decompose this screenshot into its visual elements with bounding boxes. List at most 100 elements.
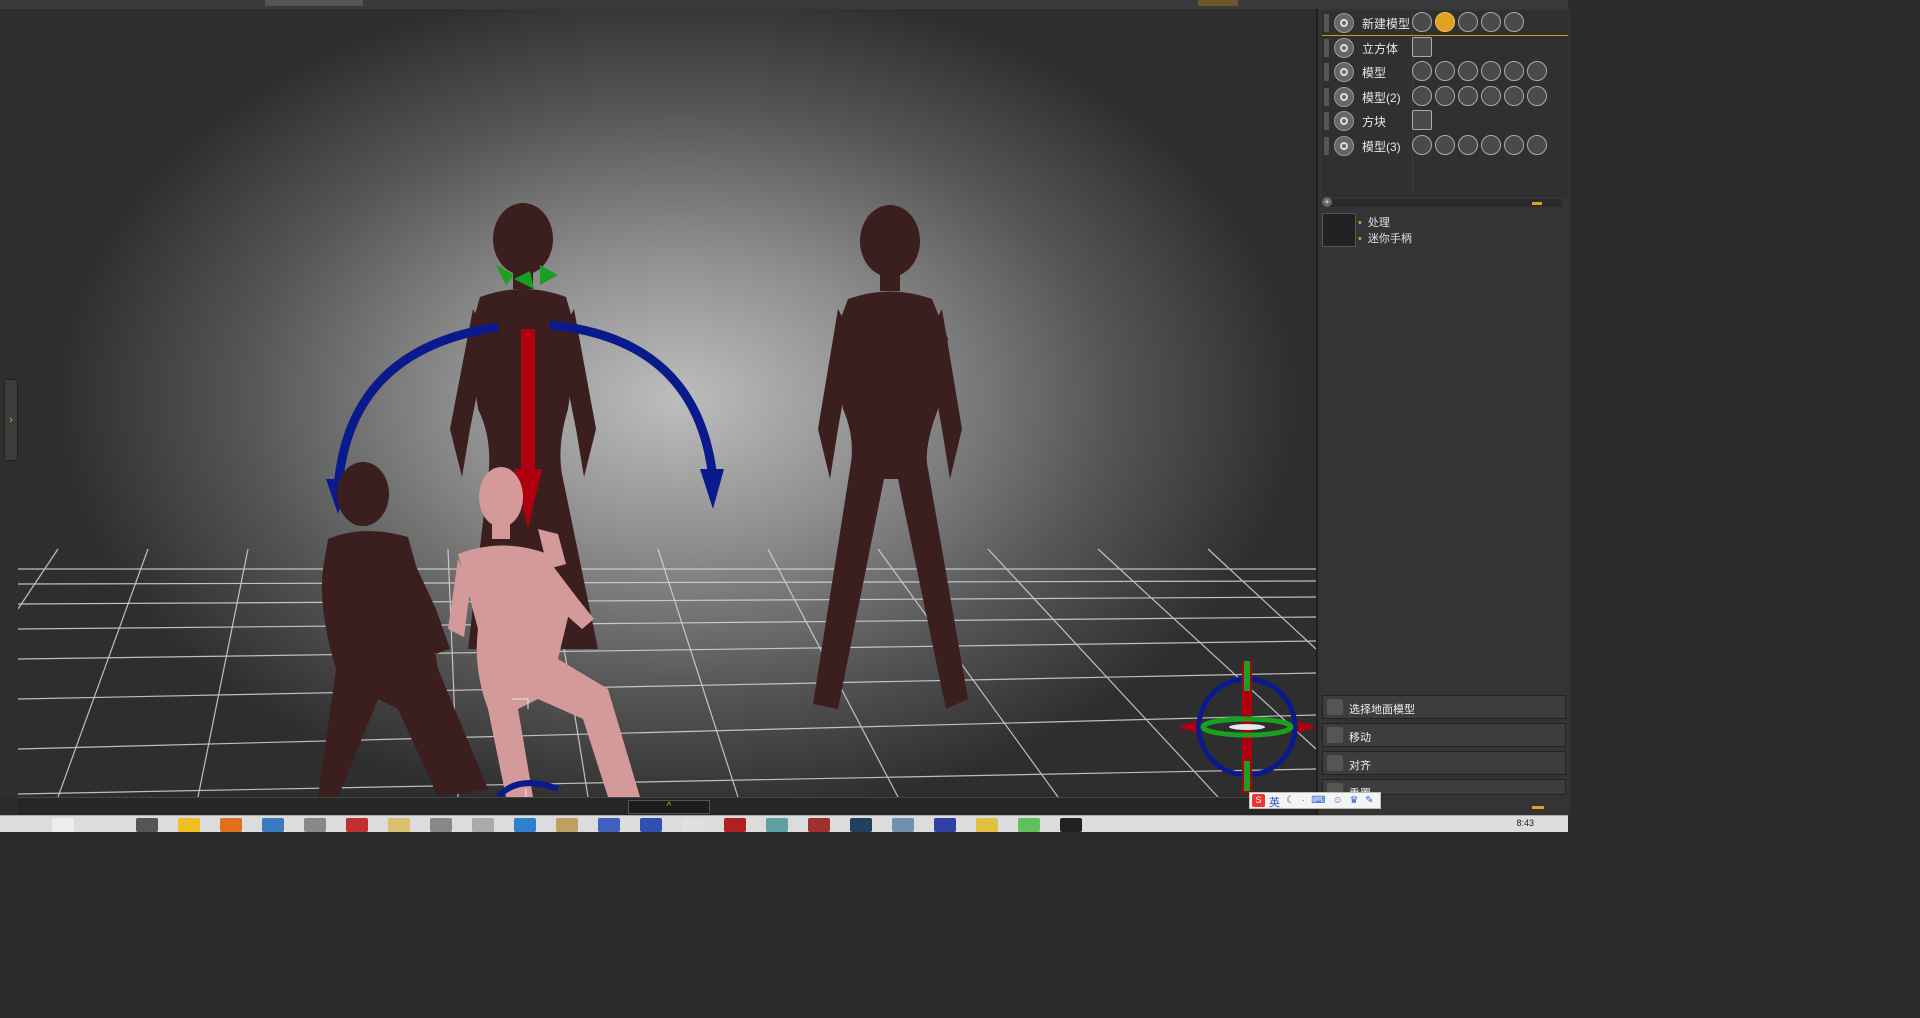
top-tab[interactable] [265,0,363,6]
move-button[interactable]: 移动 [1322,723,1566,747]
taskbar-app-icon[interactable] [892,818,914,832]
foot-tool-icon[interactable] [1527,85,1547,106]
hand-tool-icon[interactable] [1504,12,1524,32]
taskbar-app-icon[interactable] [934,818,956,832]
taskbar-app-icon[interactable] [430,818,452,832]
select-ground-model-button[interactable]: 选择地面模型 [1322,695,1566,719]
model-name[interactable]: 模型(3) [1362,138,1401,155]
taskbar-app-icon[interactable] [94,818,116,832]
taskbar-app-icon[interactable] [52,818,74,832]
rotate-tool-icon[interactable] [1435,12,1455,32]
taskbar-app-icon[interactable] [1060,818,1082,832]
figure-standing-right[interactable] [813,205,968,709]
zoom-tool-icon[interactable] [1458,85,1478,106]
taskbar-app-icon[interactable] [346,818,368,832]
sogou-icon[interactable]: S [1252,794,1265,807]
model-list-scrollbar[interactable]: + [1322,197,1562,207]
taskbar-app-icon[interactable] [556,818,578,832]
row-expand-tab[interactable] [1324,63,1329,81]
ime-tool-icons[interactable]: ☾ ∙ ⌨ ☺ ♛ ✎ [1286,795,1376,806]
row-expand-tab[interactable] [1324,14,1329,32]
taskbar-app-icon[interactable] [682,818,704,832]
taskbar-app-icon[interactable] [136,818,158,832]
model-row[interactable]: 方块 [1322,109,1568,133]
move-tool-icon[interactable] [1412,61,1432,81]
visibility-eye-icon[interactable] [1334,37,1354,58]
foot-tool-icon[interactable] [1527,61,1547,81]
visibility-eye-icon[interactable] [1334,13,1354,33]
move-tool-icon[interactable] [1412,85,1432,106]
visibility-eye-icon[interactable] [1334,86,1354,107]
model-name[interactable]: 模型(2) [1362,89,1401,106]
model-name[interactable]: 立方体 [1362,40,1398,57]
taskbar-app-icon[interactable] [220,818,242,832]
model-name[interactable]: 模型 [1362,64,1386,81]
taskbar-app-icon[interactable] [976,818,998,832]
rotate-tool-icon[interactable] [1435,134,1455,155]
rotate-tool-icon[interactable] [1435,85,1455,106]
taskbar-app-icon[interactable] [388,818,410,832]
cube-icon[interactable] [1412,36,1432,57]
orientation-gizmo[interactable] [1178,661,1316,793]
model-tool-icons [1412,61,1550,83]
zoom-tool-icon[interactable] [1458,134,1478,155]
row-expand-tab[interactable] [1324,112,1329,130]
scene-canvas[interactable] [18,9,1316,797]
move-tool-icon[interactable] [1412,134,1432,155]
row-expand-tab[interactable] [1324,136,1329,155]
taskbar-app-icon[interactable] [724,818,746,832]
model-name[interactable]: 方块 [1362,113,1386,130]
taskbar-app-icon[interactable] [514,818,536,832]
taskbar-app-icon[interactable] [262,818,284,832]
model-row[interactable]: 模型 [1322,60,1568,84]
3d-viewport[interactable] [18,9,1316,797]
zoom-tool-icon[interactable] [1458,12,1478,32]
taskbar-app-icon[interactable] [808,818,830,832]
hand-tool-icon[interactable] [1504,85,1524,106]
visibility-eye-icon[interactable] [1334,111,1354,131]
rotate-tool-icon[interactable] [1435,61,1455,81]
model-row[interactable]: 模型(3) [1322,134,1568,158]
scale-tool-icon[interactable] [1481,61,1501,81]
top-right-control[interactable] [1198,0,1238,6]
foot-tool-icon[interactable] [1527,134,1547,155]
model-tool-icons [1412,85,1550,108]
taskbar-app-icon[interactable] [178,818,200,832]
visibility-eye-icon[interactable] [1334,135,1354,156]
taskbar-app-icon[interactable] [472,818,494,832]
model-row[interactable]: 新建模型 [1322,11,1568,36]
person-move-icon [1327,727,1343,743]
taskbar-app-icon[interactable] [598,818,620,832]
panel-scroll-thumb[interactable] [1532,806,1544,809]
handle-tool-icon[interactable] [1322,213,1356,247]
model-row[interactable]: 模型(2) [1322,85,1568,109]
ime-toolbar[interactable]: S 英 ☾ ∙ ⌨ ☺ ♛ ✎ [1249,792,1381,809]
prop-item-handle[interactable]: 处理 [1358,214,1390,230]
zoom-tool-icon[interactable] [1458,61,1478,81]
hand-tool-icon[interactable] [1504,61,1524,81]
visibility-eye-icon[interactable] [1334,62,1354,82]
scroll-thumb[interactable] [1532,202,1542,205]
move-tool-icon[interactable] [1412,12,1432,32]
align-button[interactable]: 对齐 [1322,751,1566,775]
add-model-icon[interactable]: + [1322,197,1332,207]
taskbar-app-icon[interactable] [1018,818,1040,832]
collapse-bottom-panel-button[interactable]: ^ [628,800,710,814]
taskbar-app-icon[interactable] [850,818,872,832]
hand-tool-icon[interactable] [1504,134,1524,155]
taskbar-app-icon[interactable] [640,818,662,832]
ime-language[interactable]: 英 [1269,794,1280,810]
prop-item-mini-handle[interactable]: 迷你手柄 [1358,230,1412,246]
expand-left-panel-button[interactable]: › [4,379,18,461]
right-panel: 新建模型立方体模型模型(2) 方块模型(3) + 处理 迷你手柄 选择地面模型 移… [1316,9,1570,815]
cube-icon[interactable] [1412,110,1432,130]
model-name[interactable]: 新建模型 [1362,15,1410,32]
scale-tool-icon[interactable] [1481,85,1501,106]
model-row[interactable]: 立方体 [1322,36,1568,60]
row-expand-tab[interactable] [1324,87,1329,106]
scale-tool-icon[interactable] [1481,12,1501,32]
taskbar-app-icon[interactable] [766,818,788,832]
taskbar-app-icon[interactable] [304,818,326,832]
row-expand-tab[interactable] [1324,38,1329,57]
scale-tool-icon[interactable] [1481,134,1501,155]
